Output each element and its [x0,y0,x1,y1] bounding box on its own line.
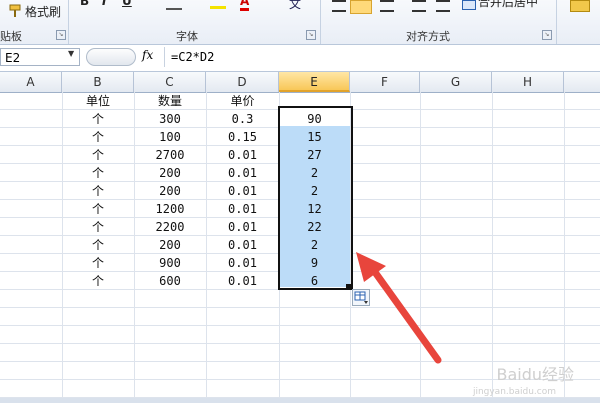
table-cell[interactable]: 100 [134,128,206,146]
table-cell[interactable]: 个 [62,200,134,218]
table-cell[interactable]: 12 [279,200,350,218]
table-cell[interactable]: 1200 [134,200,206,218]
formula-input[interactable]: =C2*D2 [164,47,600,67]
align-center-icon[interactable] [350,0,372,14]
fill-color-icon[interactable] [210,0,226,9]
autofill-options-icon [354,291,368,304]
table-cell[interactable]: 0.01 [206,182,279,200]
clipboard-group-label: 贴板 [0,30,22,43]
bold-button[interactable]: B [80,0,89,8]
table-cell[interactable]: 个 [62,272,134,290]
table-cell[interactable]: 22 [279,218,350,236]
table-cell[interactable]: 27 [279,146,350,164]
table-cell[interactable]: 个 [62,146,134,164]
table-cell[interactable]: 2200 [134,218,206,236]
format-painter-icon[interactable] [8,3,22,17]
divider [556,0,557,44]
chevron-down-icon[interactable]: ▼ [68,49,74,58]
table-cell[interactable]: 0.01 [206,200,279,218]
table-cell[interactable]: 2700 [134,146,206,164]
table-cell[interactable]: 个 [62,236,134,254]
table-cell[interactable]: 0.01 [206,146,279,164]
cell-d1[interactable]: 单价 [206,92,279,110]
border-icon[interactable] [166,0,182,10]
font-dialog-launcher-icon[interactable]: ↘ [306,30,316,40]
table-cell[interactable]: 个 [62,254,134,272]
table-cell[interactable]: 0.01 [206,254,279,272]
table-cell[interactable]: 6 [279,272,350,290]
table-cell[interactable]: 个 [62,164,134,182]
column-header-f[interactable]: F [350,72,420,92]
table-cell[interactable]: 0.3 [206,110,279,128]
ribbon: 格式刷 贴板 ↘ B I U A 文 字体 ↘ 合并后居中 对齐方式 ↘ [0,0,600,45]
column-header-g[interactable]: G [420,72,492,92]
formula-bar: E2 ▼ fx =C2*D2 [0,45,600,72]
column-header-blank [564,72,600,92]
table-cell[interactable]: 2 [279,164,350,182]
table-cell[interactable]: 9 [279,254,350,272]
table-cell[interactable]: 300 [134,110,206,128]
insert-function-icon[interactable]: fx [142,48,153,62]
table-cell[interactable]: 个 [62,128,134,146]
formula-bar-resize-handle[interactable] [86,48,136,66]
number-format-icon[interactable] [570,0,590,12]
table-cell[interactable]: 200 [134,182,206,200]
font-group-label: 字体 [176,30,198,43]
column-header-h[interactable]: H [492,72,564,92]
table-cell[interactable]: 2 [279,236,350,254]
cell-b1[interactable]: 单位 [62,92,134,110]
decrease-indent-icon[interactable] [412,0,426,12]
underline-button[interactable]: U [122,0,132,8]
table-cell[interactable]: 0.01 [206,272,279,290]
column-headers: A B C D E F G H [0,72,600,93]
alignment-group-label: 对齐方式 [406,30,450,43]
font-color-icon[interactable]: A [240,0,250,11]
table-cell[interactable]: 600 [134,272,206,290]
table-cell[interactable]: 900 [134,254,206,272]
italic-button[interactable]: I [102,0,106,8]
clipboard-dialog-launcher-icon[interactable]: ↘ [56,30,66,40]
table-cell[interactable]: 2 [279,182,350,200]
divider [68,0,69,44]
increase-indent-icon[interactable] [436,0,450,12]
table-cell[interactable]: 200 [134,164,206,182]
table-cell[interactable]: 15 [279,128,350,146]
watermark-url: jingyan.baidu.com [472,387,556,397]
watermark-logo: Baidu经验 [496,365,574,384]
column-header-a[interactable]: A [0,72,62,92]
align-right-icon[interactable] [380,0,394,12]
table-cell[interactable]: 200 [134,236,206,254]
table-cell[interactable]: 个 [62,182,134,200]
cell-c1[interactable]: 数量 [134,92,206,110]
divider [320,0,321,44]
alignment-dialog-launcher-icon[interactable]: ↘ [542,30,552,40]
table-cell[interactable]: 0.01 [206,164,279,182]
column-header-d[interactable]: D [206,72,279,92]
table-cell[interactable]: 0.01 [206,218,279,236]
merge-center-button[interactable]: 合并后居中 [478,0,538,10]
table-cell[interactable]: 0.01 [206,236,279,254]
column-header-c[interactable]: C [134,72,206,92]
align-left-icon[interactable] [332,0,346,12]
merge-center-icon[interactable] [462,0,476,10]
table-cell[interactable]: 个 [62,218,134,236]
column-header-b[interactable]: B [62,72,134,92]
table-cell[interactable]: 90 [279,110,350,128]
autofill-options-button[interactable] [352,289,370,306]
table-cell[interactable]: 0.15 [206,128,279,146]
column-header-e[interactable]: E [279,72,350,92]
format-painter-button[interactable]: 格式刷 [25,3,61,20]
horizontal-scrollbar[interactable] [0,398,600,403]
phonetic-icon[interactable]: 文 [289,0,301,12]
table-cell[interactable]: 个 [62,110,134,128]
